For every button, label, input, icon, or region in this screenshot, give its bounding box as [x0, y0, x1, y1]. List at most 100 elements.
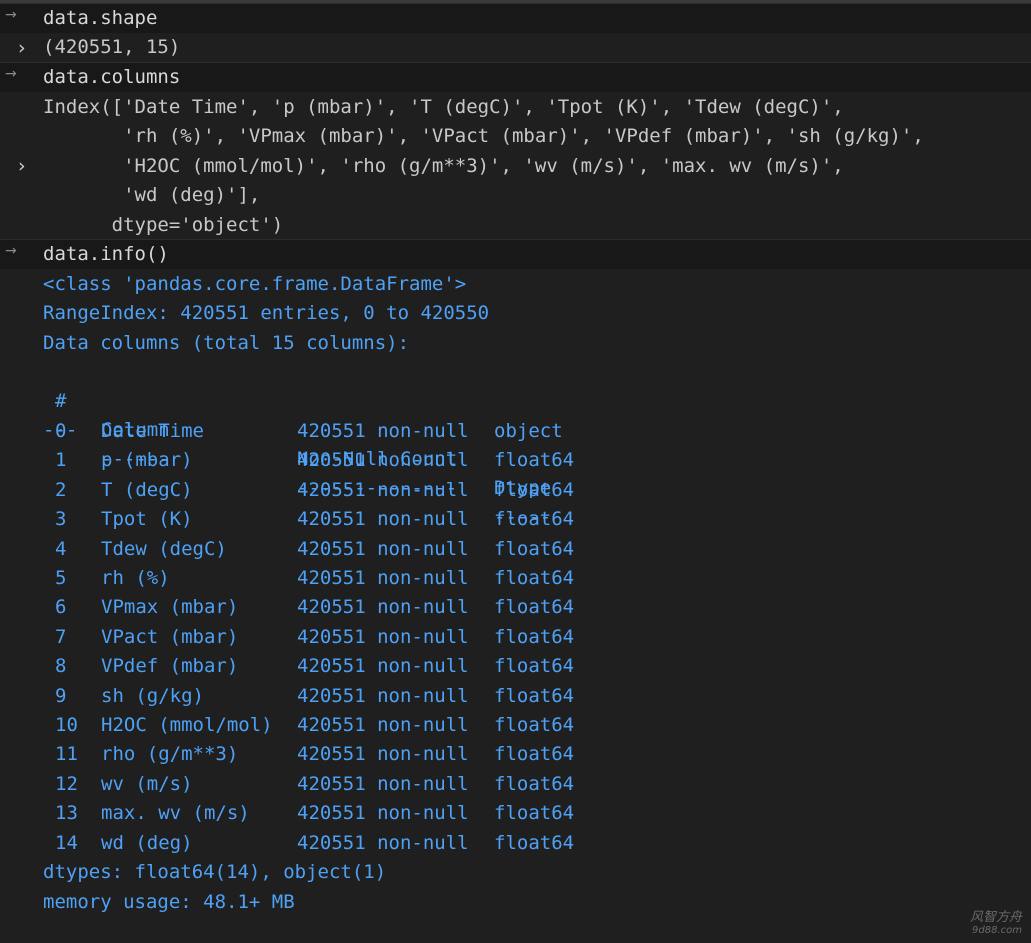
row-index: 5	[55, 567, 67, 589]
row-dtype: float64	[494, 449, 575, 472]
row-index: 6	[55, 596, 67, 619]
row-non-null-count: 420551 non-null	[297, 802, 469, 825]
row-column-name: VPact (mbar)	[101, 625, 239, 648]
row-dtype: float64	[494, 743, 575, 766]
input-cell-1[interactable]: → data.shape	[0, 3, 1031, 33]
info-range-index: RangeIndex: 420551 entries, 0 to 420550	[43, 302, 490, 324]
output-line: dtype='object')	[43, 214, 284, 236]
info-table-separator: --- ------ -------------- -----	[43, 387, 843, 528]
row-dtype: float64	[494, 684, 575, 707]
row-non-null-count: 420551 non-null	[297, 714, 469, 736]
row-column-name: rh (%)	[101, 567, 170, 589]
table-row: 14 wd (deg) 420551 non-null float64	[43, 829, 843, 858]
row-index: 14	[55, 831, 78, 854]
output-line: Index(['Date Time', 'p (mbar)', 'T (degC…	[43, 96, 844, 118]
table-row: 6 VPmax (mbar) 420551 non-null float64	[43, 593, 843, 622]
row-column-name: Date Time	[101, 420, 204, 442]
row-non-null-count: 420551 non-null	[297, 684, 469, 707]
row-dtype: float64	[494, 537, 575, 560]
output-line: 'wd (deg)'],	[43, 184, 261, 206]
row-non-null-count: 420551 non-null	[297, 625, 469, 648]
table-row: 10 H2OC (mmol/mol) 420551 non-null float64	[43, 711, 843, 740]
row-non-null-count: 420551 non-null	[297, 655, 469, 678]
table-row: 5 rh (%) 420551 non-null float64	[43, 564, 843, 593]
row-column-name: rho (g/m**3)	[101, 743, 239, 766]
row-dtype: float64	[494, 478, 575, 501]
row-dtype: float64	[494, 802, 575, 825]
row-non-null-count: 420551 non-null	[297, 743, 469, 766]
info-columns-header: Data columns (total 15 columns):	[43, 332, 410, 354]
row-index: 12	[55, 772, 78, 795]
input-code: data.columns	[43, 66, 181, 88]
row-dtype: float64	[494, 831, 575, 854]
row-column-name: VPmax (mbar)	[101, 596, 239, 619]
output-line: 'H2OC (mmol/mol)', 'rho (g/m**3)', 'wv (…	[43, 155, 844, 177]
row-column-name: max. wv (m/s)	[101, 802, 250, 825]
row-dtype: float64	[494, 567, 575, 589]
table-row: 0 Date Time 420551 non-null object	[43, 417, 843, 446]
output-line: (420551, 15)	[43, 36, 181, 58]
row-non-null-count: 420551 non-null	[297, 508, 469, 531]
table-row: 11 rho (g/m**3) 420551 non-null float64	[43, 740, 843, 769]
row-index: 9	[55, 684, 67, 707]
row-non-null-count: 420551 non-null	[297, 596, 469, 619]
input-cell-2[interactable]: → data.columns	[0, 62, 1031, 92]
row-dtype: object	[494, 420, 563, 442]
row-dtype: float64	[494, 596, 575, 619]
row-dtype: float64	[494, 714, 575, 736]
row-column-name: wv (m/s)	[101, 772, 193, 795]
watermark-url: 9d88.com	[972, 925, 1022, 936]
info-dtypes-line: dtypes: float64(14), object(1)	[43, 861, 387, 883]
table-row: 7 VPact (mbar) 420551 non-null float64	[43, 623, 843, 652]
run-arrow-icon: →	[5, 66, 17, 82]
table-row: 3 Tpot (K) 420551 non-null float64	[43, 505, 843, 534]
row-index: 3	[55, 508, 67, 531]
row-index: 8	[55, 655, 67, 678]
row-column-name: wd (deg)	[101, 831, 193, 854]
row-non-null-count: 420551 non-null	[297, 420, 469, 442]
row-column-name: H2OC (mmol/mol)	[101, 714, 273, 736]
run-arrow-icon: →	[5, 7, 17, 23]
table-row: 1 p (mbar) 420551 non-null float64	[43, 446, 843, 475]
row-index: 2	[55, 478, 67, 501]
row-non-null-count: 420551 non-null	[297, 567, 469, 589]
row-index: 4	[55, 537, 67, 560]
row-column-name: p (mbar)	[101, 449, 193, 472]
row-non-null-count: 420551 non-null	[297, 537, 469, 560]
table-row: 4 Tdew (degC) 420551 non-null float64	[43, 535, 843, 564]
table-row: 2 T (degC) 420551 non-null float64	[43, 476, 843, 505]
run-arrow-icon: →	[5, 243, 17, 259]
row-index: 0	[55, 420, 67, 442]
watermark: 风智方舟 9d88.com	[970, 911, 1022, 937]
row-non-null-count: 420551 non-null	[297, 478, 469, 501]
input-code: data.info()	[43, 243, 169, 265]
row-index: 11	[55, 743, 78, 766]
input-code: data.shape	[43, 7, 158, 29]
info-memory-line: memory usage: 48.1+ MB	[43, 891, 295, 913]
info-class-line: <class 'pandas.core.frame.DataFrame'>	[43, 273, 467, 295]
row-column-name: Tdew (degC)	[101, 537, 227, 560]
expand-chevron-icon[interactable]: ›	[18, 155, 34, 177]
row-column-name: sh (g/kg)	[101, 684, 204, 707]
expand-chevron-icon[interactable]: ›	[18, 37, 34, 59]
info-table-header: # Column Non-Null Count Dtype	[43, 358, 843, 499]
table-row: 12 wv (m/s) 420551 non-null float64	[43, 770, 843, 799]
row-dtype: float64	[494, 625, 575, 648]
table-row: 9 sh (g/kg) 420551 non-null float64	[43, 682, 843, 711]
row-dtype: float64	[494, 655, 575, 678]
row-dtype: float64	[494, 772, 575, 795]
row-non-null-count: 420551 non-null	[297, 449, 469, 472]
row-column-name: T (degC)	[101, 478, 193, 501]
table-row: 8 VPdef (mbar) 420551 non-null float64	[43, 652, 843, 681]
output-line: 'rh (%)', 'VPmax (mbar)', 'VPact (mbar)'…	[43, 125, 924, 147]
row-column-name: VPdef (mbar)	[101, 655, 239, 678]
row-column-name: Tpot (K)	[101, 508, 193, 531]
table-row: 13 max. wv (m/s) 420551 non-null float64	[43, 799, 843, 828]
watermark-text: 风智方舟	[969, 910, 1022, 925]
row-non-null-count: 420551 non-null	[297, 831, 469, 854]
input-cell-3[interactable]: → data.info()	[0, 239, 1031, 269]
row-index: 13	[55, 802, 78, 825]
row-index: 1	[55, 449, 67, 472]
row-dtype: float64	[494, 508, 575, 531]
row-index: 10	[55, 714, 78, 736]
